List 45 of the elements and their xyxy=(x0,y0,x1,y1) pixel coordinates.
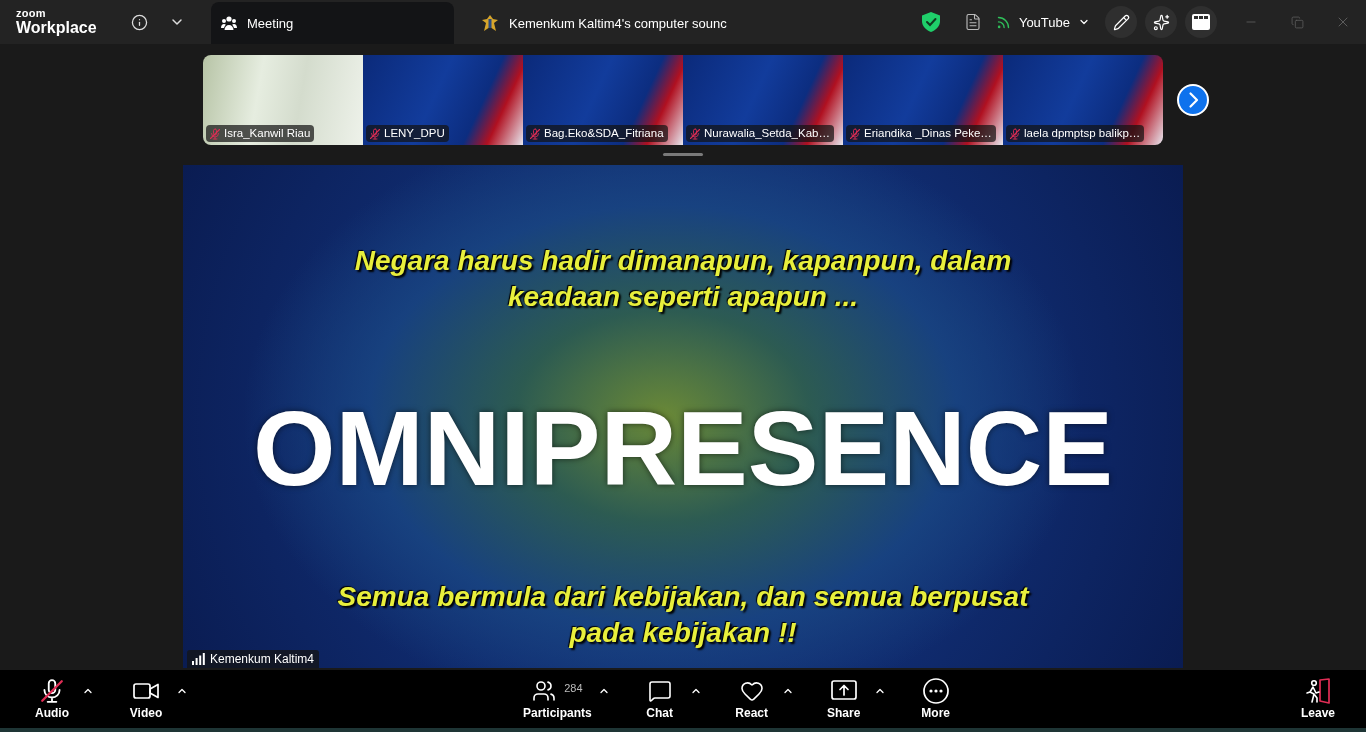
info-icon[interactable] xyxy=(131,13,148,31)
participant-name: laela dpmptsp balikp… xyxy=(1024,126,1141,141)
video-button[interactable]: Video xyxy=(118,670,174,728)
emblem-icon xyxy=(481,14,499,32)
share-button[interactable]: Share xyxy=(815,670,872,728)
participants-icon xyxy=(532,679,557,703)
apps-button[interactable] xyxy=(1185,6,1217,38)
logo-wordmark: zoom xyxy=(16,8,46,19)
annotate-button[interactable] xyxy=(1105,6,1137,38)
shield-check-icon[interactable] xyxy=(921,12,940,32)
leave-button[interactable]: Leave xyxy=(1290,670,1346,728)
product-name: Workplace xyxy=(16,20,97,36)
slide-text: Negara harus hadir dimanapun, kapanpun, dalam keadaan seperti apapun ... xyxy=(354,244,1012,314)
more-button[interactable]: More xyxy=(907,670,964,728)
participant-name: Isra_Kanwil Riau xyxy=(224,126,311,141)
apps-icon xyxy=(1192,14,1210,30)
sparkle-icon xyxy=(1152,13,1170,31)
participant-name: Bag.Eko&SDA_Fitriana xyxy=(544,126,664,141)
participant-count: 284 xyxy=(564,682,583,694)
chat-icon xyxy=(647,679,672,703)
audio-button[interactable]: Audio xyxy=(24,670,80,728)
participants-button[interactable]: 284 Participants xyxy=(519,670,596,728)
broadcast-icon xyxy=(995,14,1011,30)
pencil-icon xyxy=(1112,13,1130,31)
leave-icon xyxy=(1305,678,1331,704)
livestream-button[interactable]: YouTube xyxy=(995,14,1090,30)
presenter-name: Kemenkum Kaltim4 xyxy=(210,652,315,666)
heart-icon xyxy=(739,679,764,703)
transcript-icon[interactable] xyxy=(963,13,982,31)
signal-bars-icon xyxy=(192,653,205,665)
restore-icon xyxy=(1290,15,1304,29)
react-button[interactable]: React xyxy=(723,670,780,728)
meeting-tab[interactable]: Meeting xyxy=(211,2,454,44)
participant-name: Nurawalia_Setda_Kab… xyxy=(704,126,830,141)
slide-title: OMNIPRESENCE xyxy=(253,396,1113,500)
participant-name: LENY_DPU xyxy=(384,126,445,141)
chat-button[interactable]: Chat xyxy=(631,670,688,728)
more-icon xyxy=(922,678,949,704)
ai-assistant-button[interactable] xyxy=(1145,6,1177,38)
people-icon xyxy=(221,16,237,30)
participant-name: Eriandika _Dinas Peke… xyxy=(864,126,992,141)
share-screen-icon xyxy=(830,680,857,702)
resize-handle[interactable] xyxy=(663,153,703,156)
screen-share-tab[interactable]: Kemenkum Kaltim4's computer sounc xyxy=(471,2,739,44)
slide-text: Semua bermula dari kebijakan, dan semua berpusat pada kebijakan !! xyxy=(337,580,1029,650)
